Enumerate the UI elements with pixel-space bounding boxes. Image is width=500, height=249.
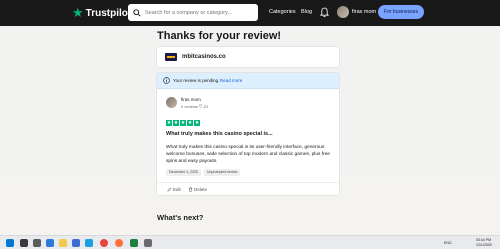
read-more-link[interactable]: Read more (220, 78, 242, 83)
excel-icon[interactable] (130, 239, 138, 247)
user-avatar[interactable] (337, 6, 349, 18)
app-icon[interactable] (85, 239, 93, 247)
unprompted-badge: Unprompted review (204, 169, 241, 176)
search-input[interactable] (145, 9, 255, 16)
review-title: What truly makes this casino special is.… (166, 131, 273, 137)
trustpilot-logo[interactable]: ★ Trustpilot (72, 5, 132, 20)
pencil-icon (167, 187, 172, 192)
review-count: 0 reviews (181, 104, 198, 109)
trash-icon (188, 187, 193, 192)
divider (157, 182, 339, 183)
rating-stars: ★ ★ ★ ★ ★ (166, 120, 200, 126)
bell-icon[interactable] (320, 7, 329, 18)
pending-notice: Your review is pending. Read more (157, 73, 339, 89)
review-body: What truly makes this casino special is … (166, 145, 330, 164)
company-logo (165, 53, 177, 61)
user-name[interactable]: firas mom (352, 9, 376, 15)
reviewer-avatar (166, 97, 177, 108)
edge-icon[interactable] (46, 239, 54, 247)
clock-date[interactable]: 12/1/2025 (476, 243, 492, 247)
language-indicator[interactable]: ENG (444, 241, 452, 245)
rating-star-icon: ★ (173, 120, 179, 126)
pending-text: Your review is pending. (173, 78, 220, 83)
rating-star-icon: ★ (194, 120, 200, 126)
reviewer-name: firas mom (181, 97, 201, 102)
for-businesses-button[interactable]: For businesses (378, 5, 424, 19)
edit-button[interactable]: Edit (167, 187, 181, 192)
start-icon[interactable] (6, 239, 14, 247)
delete-label: Delete (194, 187, 208, 192)
rating-star-icon: ★ (180, 120, 186, 126)
country-label: JO (199, 104, 208, 109)
review-card: Your review is pending. Read more firas … (156, 72, 340, 196)
whats-next-heading: What's next? (157, 213, 204, 222)
app-icon-2[interactable] (144, 239, 152, 247)
rating-star-icon: ★ (187, 120, 193, 126)
firefox-icon[interactable] (115, 239, 123, 247)
top-navbar: ★ Trustpilot Categories Blog firas mom F… (0, 0, 500, 26)
company-name[interactable]: mbitcasinos.co (182, 54, 226, 60)
location-pin-icon (199, 104, 202, 109)
search-box[interactable] (128, 4, 258, 21)
info-icon (163, 77, 170, 84)
company-card[interactable]: mbitcasinos.co (156, 46, 340, 68)
store-icon[interactable] (72, 239, 80, 247)
nav-blog-link[interactable]: Blog (301, 9, 312, 15)
rating-star-icon: ★ (166, 120, 172, 126)
page-title: Thanks for your review! (157, 30, 282, 42)
clock-time[interactable]: 03:44 PM (476, 238, 491, 242)
task-view-icon[interactable] (33, 239, 41, 247)
chrome-icon[interactable] (100, 239, 108, 247)
search-taskbar-icon[interactable] (20, 239, 28, 247)
delete-button[interactable]: Delete (188, 187, 207, 192)
country-code: JO (203, 104, 209, 109)
nav-categories-link[interactable]: Categories (269, 9, 296, 15)
review-date-badge: December 1, 2025 (166, 169, 201, 176)
search-icon (133, 8, 141, 17)
windows-taskbar: ENG 03:44 PM 12/1/2025 (0, 235, 500, 249)
edit-label: Edit (173, 187, 181, 192)
star-icon: ★ (72, 5, 84, 20)
file-explorer-icon[interactable] (59, 239, 67, 247)
logo-text: Trustpilot (85, 7, 132, 19)
